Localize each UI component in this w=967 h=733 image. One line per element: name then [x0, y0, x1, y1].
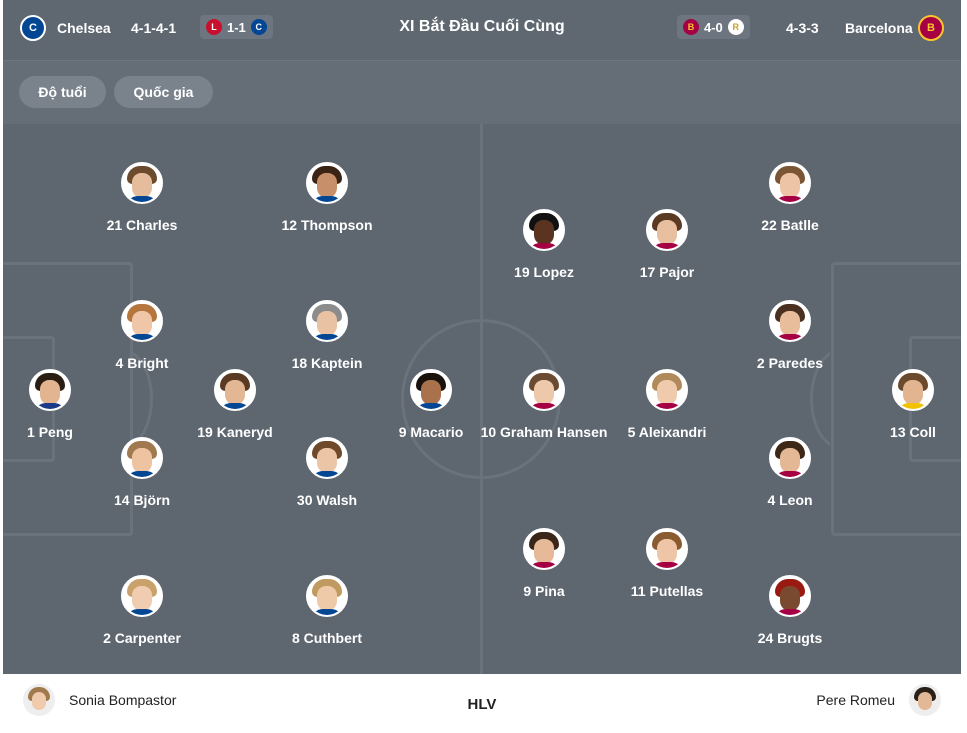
player-photo — [306, 575, 348, 617]
player-photo — [892, 369, 934, 411]
player-name: 2 Carpenter — [103, 630, 181, 646]
lineup-widget: C Chelsea 4-1-4-1 L 1-1 C XI Bắt Đầu Cuố… — [3, 0, 961, 733]
player-photo — [646, 209, 688, 251]
player-name: 19 Lopez — [514, 264, 574, 280]
barcelona-mini-badge-icon: B — [683, 19, 699, 35]
player-name: 24 Brugts — [757, 630, 823, 646]
player-name: 10 Graham Hansen — [480, 424, 608, 440]
player-name: 8 Cuthbert — [292, 630, 362, 646]
player-photo — [121, 300, 163, 342]
player-photo — [769, 575, 811, 617]
away-coach[interactable]: Pere Romeu — [816, 684, 941, 716]
lineup-header: C Chelsea 4-1-4-1 L 1-1 C XI Bắt Đầu Cuố… — [3, 0, 961, 61]
home-player-1[interactable]: 1 Peng — [3, 369, 130, 440]
player-name: 14 Björn — [113, 492, 170, 508]
player-photo — [29, 369, 71, 411]
coach-bar: Sonia Bompastor HLV Pere Romeu — [3, 674, 961, 733]
player-name: 9 Pina — [523, 583, 565, 599]
player-photo — [306, 437, 348, 479]
barcelona-badge-icon: B — [918, 15, 944, 41]
home-player-8[interactable]: 18 Kaptein — [247, 300, 407, 371]
player-photo — [646, 369, 688, 411]
home-player-9[interactable]: 30 Walsh — [247, 437, 407, 508]
away-player-10[interactable]: 10 Graham Hansen — [464, 369, 624, 440]
country-filter-button[interactable]: Quốc gia — [114, 76, 213, 108]
player-photo — [646, 528, 688, 570]
away-player-11[interactable]: 9 Pina — [464, 528, 624, 599]
away-player-9[interactable]: 19 Lopez — [464, 209, 624, 280]
player-photo — [214, 369, 256, 411]
player-photo — [410, 369, 452, 411]
home-player-7[interactable]: 12 Thompson — [247, 162, 407, 233]
away-player-1[interactable]: 13 Coll — [833, 369, 961, 440]
player-photo — [523, 528, 565, 570]
player-photo — [121, 575, 163, 617]
away-last-result[interactable]: B 4-0 R — [677, 15, 750, 39]
player-name: 30 Walsh — [296, 492, 358, 508]
pitch: 1 Peng 21 Charles 4 Bright 14 Björn 2 Ca… — [3, 124, 961, 674]
home-player-6[interactable]: 19 Kaneryd — [155, 369, 315, 440]
player-name: 4 Leon — [767, 492, 813, 508]
player-photo — [306, 162, 348, 204]
age-filter-button[interactable]: Độ tuổi — [19, 76, 106, 108]
home-player-5[interactable]: 2 Carpenter — [62, 575, 222, 646]
away-team-name[interactable]: Barcelona — [845, 20, 913, 36]
player-photo — [769, 162, 811, 204]
away-formation: 4-3-3 — [786, 20, 819, 36]
player-name: 12 Thompson — [281, 217, 373, 233]
player-photo — [306, 300, 348, 342]
player-photo — [121, 437, 163, 479]
home-player-4[interactable]: 14 Björn — [62, 437, 222, 508]
player-photo — [121, 162, 163, 204]
player-photo — [769, 437, 811, 479]
real-madrid-badge-icon: R — [727, 19, 744, 35]
away-last-score: 4-0 — [704, 19, 723, 35]
home-player-2[interactable]: 21 Charles — [62, 162, 222, 233]
player-photo — [523, 369, 565, 411]
player-name: 21 Charles — [106, 217, 178, 233]
player-photo — [523, 209, 565, 251]
away-coach-name: Pere Romeu — [816, 692, 895, 708]
home-player-10[interactable]: 8 Cuthbert — [247, 575, 407, 646]
home-player-3[interactable]: 4 Bright — [62, 300, 222, 371]
away-coach-photo — [909, 684, 941, 716]
away-player-3[interactable]: 2 Paredes — [710, 300, 870, 371]
away-player-4[interactable]: 4 Leon — [710, 437, 870, 508]
player-photo — [769, 300, 811, 342]
